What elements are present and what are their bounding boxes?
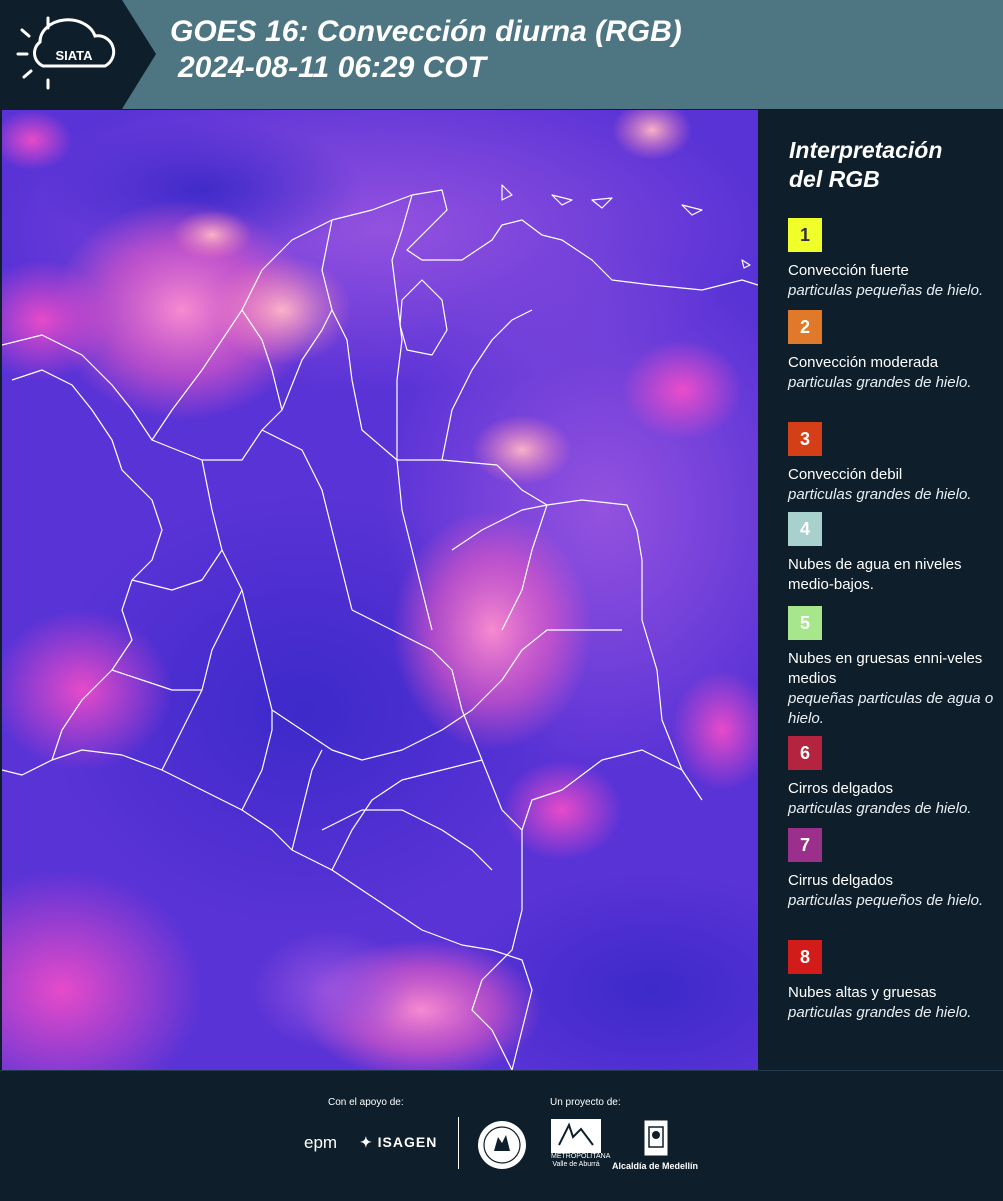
seal-logo-icon[interactable] [476, 1119, 528, 1171]
legend-swatch-4: 4 [788, 512, 822, 546]
isagen-star-icon: ✦ [360, 1134, 373, 1150]
legend-label-3: Convección debil [788, 466, 903, 483]
legend-label-5: Nubes en gruesas enni-veles medios [788, 650, 983, 687]
legend-sub-2: particulas grandes de hielo. [788, 374, 972, 391]
legend-label-2: Convección moderada [788, 354, 939, 371]
legend-sub-3: particulas grandes de hielo. [788, 486, 972, 503]
siata-logo[interactable]: SIATA [0, 0, 160, 109]
epm-logo[interactable]: epm [304, 1133, 337, 1153]
legend-title: Interpretación del RGB [789, 136, 942, 194]
title-line-2: 2024-08-11 06:29 COT [178, 51, 486, 84]
legend-title-line-1: Interpretación [789, 137, 943, 163]
legend-sub-8: particulas grandes de hielo. [788, 1004, 972, 1021]
legend-swatch-1: 1 [788, 218, 822, 252]
isagen-text: ISAGEN [377, 1134, 438, 1150]
legend-label-7: Cirrus delgados [788, 872, 894, 889]
legend-item-6: 6 Cirros delgados particulas grandes de … [788, 736, 998, 819]
legend-label-8: Nubes altas y gruesas [788, 984, 937, 1001]
logo-text: SIATA [55, 48, 93, 63]
alcaldia-crest-icon[interactable] [643, 1119, 669, 1157]
legend-swatch-2: 2 [788, 310, 822, 344]
satellite-rgb-image [2, 110, 758, 1070]
legend-item-4: 4 Nubes de agua en niveles medio-bajos. [788, 512, 998, 595]
legend-label-4: Nubes de agua en niveles medio-bajos. [788, 556, 962, 593]
legend-sub-6: particulas grandes de hielo. [788, 800, 972, 817]
legend-label-6: Cirros delgados [788, 780, 894, 797]
legend-item-3: 3 Convección debil particulas grandes de… [788, 422, 998, 505]
page-title: GOES 16: Convección diurna (RGB) 2024-08… [170, 14, 682, 86]
legend-label-1: Convección fuerte [788, 262, 909, 279]
legend-sub-5: pequeñas particulas de agua o hielo. [788, 690, 994, 727]
legend-item-8: 8 Nubes altas y gruesas particulas grand… [788, 940, 998, 1023]
footer-divider [458, 1117, 459, 1169]
title-line-1: GOES 16: Convección diurna (RGB) [170, 15, 682, 48]
legend-swatch-5: 5 [788, 606, 822, 640]
footer-bar: Con el apoyo de: Un proyecto de: epm ✦ I… [0, 1070, 1003, 1201]
legend-item-5: 5 Nubes en gruesas enni-veles medios peq… [788, 606, 998, 729]
area-metropolitana-text: METROPOLITANA Valle de Aburrá [551, 1153, 611, 1168]
legend-item-7: 7 Cirrus delgados particulas pequeños de… [788, 828, 998, 911]
support-label: Con el apoyo de: [328, 1097, 404, 1108]
legend-swatch-6: 6 [788, 736, 822, 770]
isagen-logo[interactable]: ✦ ISAGEN [360, 1134, 437, 1151]
legend-sub-7: particulas pequeños de hielo. [788, 892, 984, 909]
area-metropolitana-logo-icon[interactable] [551, 1119, 601, 1153]
legend-title-line-2: del RGB [789, 166, 880, 192]
satellite-map[interactable] [2, 110, 758, 1070]
legend-swatch-7: 7 [788, 828, 822, 862]
legend-item-2: 2 Convección moderada particulas grandes… [788, 310, 998, 393]
legend-panel: Interpretación del RGB 1 Convección fuer… [760, 110, 1003, 1070]
legend-swatch-8: 8 [788, 940, 822, 974]
logo-badge-icon: SIATA [0, 0, 156, 109]
header-bar: SIATA GOES 16: Convección diurna (RGB) 2… [0, 0, 1003, 109]
legend-sub-1: particulas pequeñas de hielo. [788, 282, 984, 299]
alcaldia-label: Alcaldía de Medellín [612, 1161, 699, 1171]
legend-item-1: 1 Convección fuerte particulas pequeñas … [788, 218, 998, 301]
project-label: Un proyecto de: [550, 1097, 621, 1108]
legend-swatch-3: 3 [788, 422, 822, 456]
